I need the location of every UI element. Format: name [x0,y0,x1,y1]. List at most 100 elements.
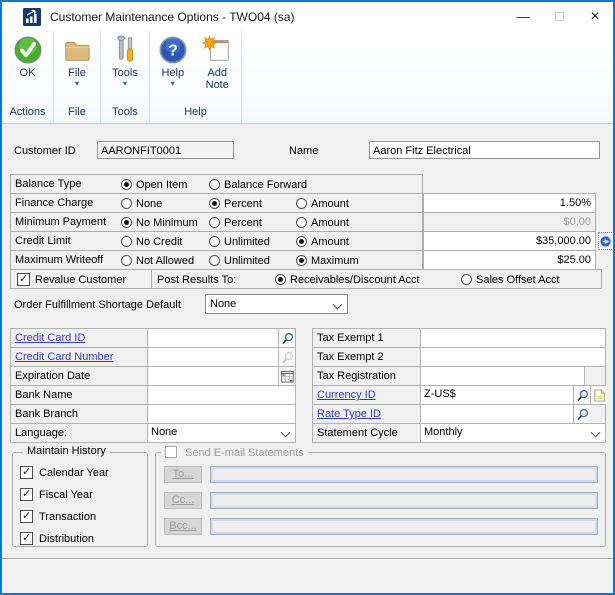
maximum-writeoff-value-field[interactable]: $25.00 [423,250,596,270]
radio-finance-amount[interactable] [296,198,307,209]
radio-credit-unlimited[interactable] [209,236,220,247]
minimize-button[interactable]: — [505,2,541,31]
file-button[interactable]: File ▾ [55,34,99,106]
radio-sales-offset-acct[interactable] [461,274,472,285]
check-icon: ✓ [22,466,31,479]
rate-type-id-link[interactable]: Rate Type ID [317,408,381,420]
credit-card-number-field[interactable] [147,348,295,366]
expiration-date-calendar-button[interactable] [278,367,295,385]
tax-exempt-1-label: Tax Exempt 1 [317,332,384,344]
ok-button[interactable]: OK [6,34,50,106]
radio-writeoff-unlimited[interactable] [209,255,220,266]
transaction-label: Transaction [39,511,96,523]
credit-card-number-row: Credit Card Number [10,347,296,367]
statement-cycle-dropdown[interactable]: Monthly [420,424,605,442]
send-email-statements-label: Send E-mail Statements [185,447,304,459]
name-field[interactable]: Aaron Fitz Electrical [369,141,600,159]
radio-receivables-discount-acct[interactable] [275,274,286,285]
help-button-label: Help [161,67,184,79]
send-email-statements-checkbox [165,446,177,458]
credit-limit-expansion-button[interactable] [598,232,614,250]
bank-branch-field[interactable] [147,405,295,423]
tools-icon [110,35,140,65]
ribbon-group-label-actions: Actions [2,106,53,123]
language-dropdown[interactable]: None [147,424,295,442]
radio-finance-percent[interactable] [209,198,220,209]
tools-button-label: Tools [112,67,138,79]
credit-card-number-link[interactable]: Credit Card Number [15,351,113,363]
check-icon: ✓ [22,510,31,523]
currency-id-note-button[interactable] [590,386,607,404]
credit-card-id-row: Credit Card ID [10,328,296,348]
email-cc-button: Cc... [164,492,202,509]
credit-limit-row: Credit Limit No Credit Unlimited Amount [10,231,423,251]
radio-open-item[interactable] [121,179,132,190]
statement-cycle-value: Monthly [424,426,463,438]
radio-no-minimum[interactable] [121,217,132,228]
radio-sales-offset-acct-label: Sales Offset Acct [476,274,560,286]
credit-limit-value-field[interactable]: $35,000.00 [423,231,596,251]
credit-card-id-lookup-button[interactable] [278,329,295,347]
ribbon-group-label-help: Help [150,106,241,123]
revalue-customer-checkbox[interactable]: ✓ [17,273,30,286]
post-results-to-label: Post Results To: [157,274,236,286]
magnifier-icon [281,332,294,345]
bank-name-row: Bank Name [10,385,296,405]
finance-charge-row: Finance Charge None Percent Amount [10,193,423,213]
calendar-year-checkbox[interactable]: ✓ [20,466,33,479]
radio-balance-forward[interactable] [209,179,220,190]
svg-text:?: ? [168,43,178,60]
rate-type-id-row: Rate Type ID [312,404,606,424]
window-title: Customer Maintenance Options - TWO04 (sa… [50,10,295,24]
radio-no-credit[interactable] [121,236,132,247]
bottom-divider [2,558,613,560]
ribbon-group-label-tools: Tools [101,106,149,123]
currency-id-field[interactable]: Z-US$ [420,386,573,404]
radio-open-item-label: Open Item [136,179,187,191]
tax-exempt-2-field[interactable] [420,348,605,366]
close-button[interactable]: × [577,2,613,31]
tax-registration-row: Tax Registration [312,366,606,386]
transaction-checkbox[interactable]: ✓ [20,510,33,523]
tax-registration-field[interactable] [420,367,585,385]
add-note-button-label: Add Note [201,67,233,91]
ribbon-group-file: File ▾ File [54,31,101,123]
rate-type-id-lookup-button[interactable] [573,405,590,423]
bank-name-field[interactable] [147,386,295,404]
credit-card-id-field[interactable] [147,329,295,347]
send-email-statements-group: Send E-mail Statements To... Cc... Bcc..… [155,452,606,547]
tools-button[interactable]: Tools ▾ [103,34,147,106]
help-button[interactable]: ? Help ▾ [151,34,195,106]
radio-credit-amount[interactable] [296,236,307,247]
finance-charge-value-field[interactable]: 1.50% [423,193,596,213]
statement-cycle-label: Statement Cycle [317,427,398,439]
currency-id-link[interactable]: Currency ID [317,389,376,401]
calendar-year-label: Calendar Year [39,467,109,479]
note-page-icon [593,389,606,402]
distribution-checkbox[interactable]: ✓ [20,532,33,545]
radio-finance-none[interactable] [121,198,132,209]
radio-writeoff-maximum[interactable] [296,255,307,266]
currency-id-lookup-button[interactable] [573,386,590,404]
order-fulfillment-shortage-default-dropdown[interactable]: None [205,294,348,314]
magnifier-icon [281,351,294,364]
check-icon: ✓ [19,273,28,286]
radio-not-allowed[interactable] [121,255,132,266]
credit-card-id-link[interactable]: Credit Card ID [15,332,85,344]
add-note-button[interactable]: Add Note [195,34,240,106]
rate-type-id-field[interactable] [420,405,573,423]
radio-credit-amount-label: Amount [311,236,349,248]
expiration-date-field[interactable] [147,367,295,385]
radio-no-credit-label: No Credit [136,236,182,248]
customer-maintenance-options-window: Customer Maintenance Options - TWO04 (sa… [0,0,615,595]
maintain-history-group: Maintain History ✓ Calendar Year ✓ Fisca… [12,452,148,547]
tax-exempt-1-field[interactable] [420,329,605,347]
ribbon-toolbar: OK Actions File ▾ File [2,31,613,124]
language-row: Language: None [10,423,296,443]
currency-id-row: Currency ID Z-US$ [312,385,606,405]
calendar-icon [281,370,294,383]
radio-minimum-amount[interactable] [296,217,307,228]
email-to-button: To... [164,466,202,483]
radio-minimum-percent[interactable] [209,217,220,228]
fiscal-year-checkbox[interactable]: ✓ [20,488,33,501]
